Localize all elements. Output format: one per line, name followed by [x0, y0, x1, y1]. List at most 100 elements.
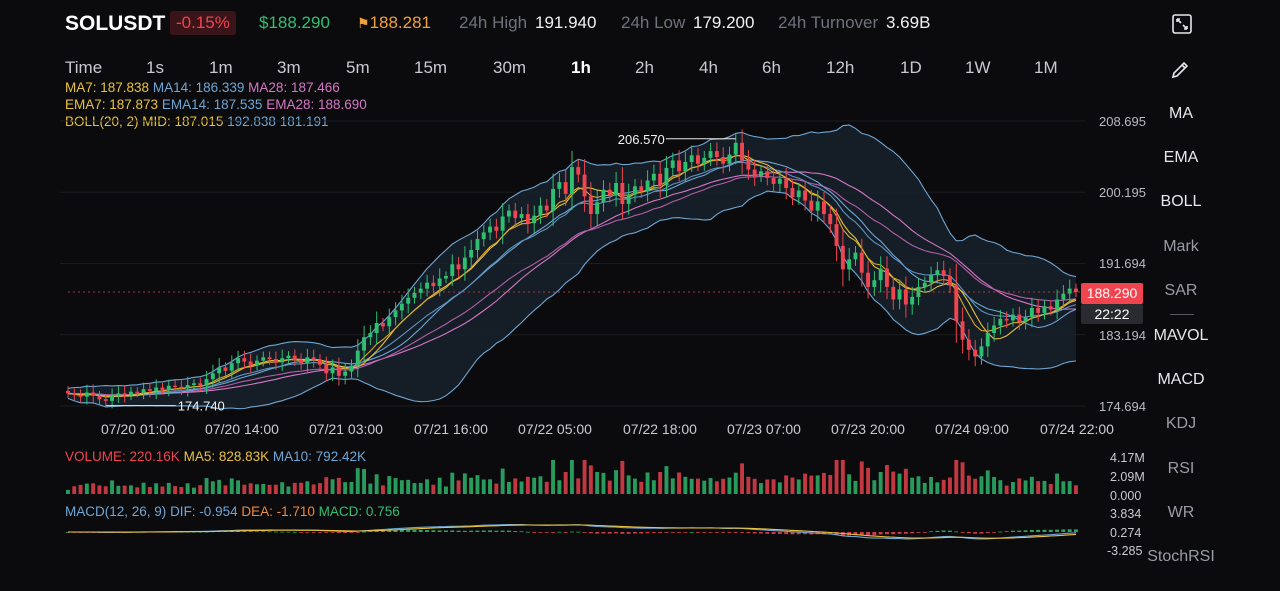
macd-histogram-bar [1017, 530, 1022, 532]
volume-bar [948, 477, 952, 494]
macd-histogram-bar [318, 532, 322, 533]
candle-body [185, 385, 190, 389]
volume-bar [532, 477, 537, 494]
indicator-wr[interactable]: WR [1136, 504, 1226, 522]
volume-bar [582, 460, 587, 494]
volume-bar [759, 483, 763, 494]
volume-bar [790, 477, 795, 494]
volume-bar [1023, 480, 1028, 494]
macd-dif-value: DIF: -0.954 [170, 504, 238, 519]
indicator-sar[interactable]: SAR [1136, 282, 1226, 300]
macd-histogram-bar [462, 530, 467, 532]
candle-body [166, 385, 171, 390]
volume-bar [500, 468, 505, 494]
volume-bar [336, 477, 341, 494]
volume-bar [217, 479, 222, 494]
volume-bar [381, 485, 385, 494]
candle-body [223, 367, 228, 371]
volume-bar [223, 485, 228, 494]
time-axis-label: 07/20 01:00 [101, 421, 175, 437]
indicator-ema[interactable]: EMA [1136, 149, 1226, 167]
macd-histogram-bar [985, 532, 990, 533]
volume-bar [1036, 481, 1041, 494]
macd-histogram-bar [670, 532, 675, 533]
volume-bar [91, 483, 96, 494]
macd-histogram-bar [500, 530, 505, 532]
volume-bar [116, 485, 121, 494]
volume-bar [387, 476, 392, 494]
macd-histogram-bar [721, 532, 726, 533]
candle-body [406, 297, 411, 304]
volume-bar [255, 484, 259, 494]
candle-body [784, 178, 789, 188]
candle-body [992, 325, 996, 333]
candle-body [803, 190, 807, 201]
candle-body [192, 383, 196, 385]
candle-body [979, 346, 984, 357]
candle-body [683, 162, 688, 172]
macd-histogram-bar [286, 531, 291, 533]
volume-bar [935, 482, 940, 494]
indicator-boll[interactable]: BOLL [1136, 193, 1226, 211]
volume-bar [236, 480, 240, 494]
candle-body [607, 189, 612, 196]
high-annotation: 206.570 [618, 132, 665, 147]
candle-body [469, 250, 474, 258]
indicator-mark[interactable]: Mark [1136, 238, 1226, 256]
candle-body [179, 386, 184, 389]
candle-body [935, 270, 940, 276]
macd-histogram-bar [551, 532, 555, 533]
macd-histogram-bar [614, 532, 618, 534]
candle-body [273, 359, 278, 363]
candle-body [689, 155, 694, 162]
candle-body [198, 383, 203, 386]
indicator-ma[interactable]: MA [1136, 105, 1226, 123]
macd-histogram-bar [696, 532, 700, 533]
volume-bar [620, 460, 625, 494]
volume-bar [481, 479, 486, 494]
candle-body [154, 387, 159, 391]
macd-histogram-bar [557, 531, 562, 533]
volume-bar [418, 482, 423, 494]
volume-bar [450, 472, 455, 494]
macd-histogram-bar [1011, 530, 1015, 532]
candle-body [639, 186, 644, 192]
volume-bar [601, 472, 606, 494]
candle-body [840, 245, 845, 270]
volume-bar [651, 480, 656, 494]
volume-bar [570, 460, 574, 494]
candle-body [343, 371, 348, 376]
indicator-rsi[interactable]: RSI [1136, 460, 1226, 478]
volume-bar [664, 466, 669, 494]
candle-body [777, 178, 782, 184]
volume-bar [103, 486, 108, 494]
candle-body [960, 321, 965, 340]
volume-bar [444, 486, 448, 494]
macd-histogram-bar [538, 532, 543, 533]
macd-histogram-bar [355, 532, 360, 533]
indicator-kdj[interactable]: KDJ [1136, 415, 1226, 433]
candle-body [714, 151, 719, 157]
candle-body [973, 349, 978, 357]
macd-histogram-bar [954, 531, 959, 533]
volume-bar [185, 483, 190, 494]
volume-bar [179, 487, 184, 494]
volume-bar [110, 480, 114, 494]
indicator-stochrsi[interactable]: StochRSI [1136, 548, 1226, 566]
volume-bar [727, 477, 732, 494]
volume-bar [1048, 484, 1053, 494]
candle-body [966, 339, 971, 350]
candle-body [444, 276, 448, 279]
volume-bar [273, 484, 278, 494]
volume-bar [771, 479, 776, 494]
candle-body [292, 355, 297, 360]
volume-value: VOLUME: 220.16K [65, 449, 180, 464]
indicator-mavol[interactable]: MAVOL [1136, 327, 1226, 345]
candle-body [513, 210, 518, 219]
candle-body [721, 157, 726, 164]
macd-histogram-bar [708, 532, 713, 533]
indicator-macd[interactable]: MACD [1136, 371, 1226, 389]
macd-histogram-bar [620, 532, 625, 534]
candle-body [1036, 307, 1041, 313]
volume-bar [872, 480, 877, 494]
